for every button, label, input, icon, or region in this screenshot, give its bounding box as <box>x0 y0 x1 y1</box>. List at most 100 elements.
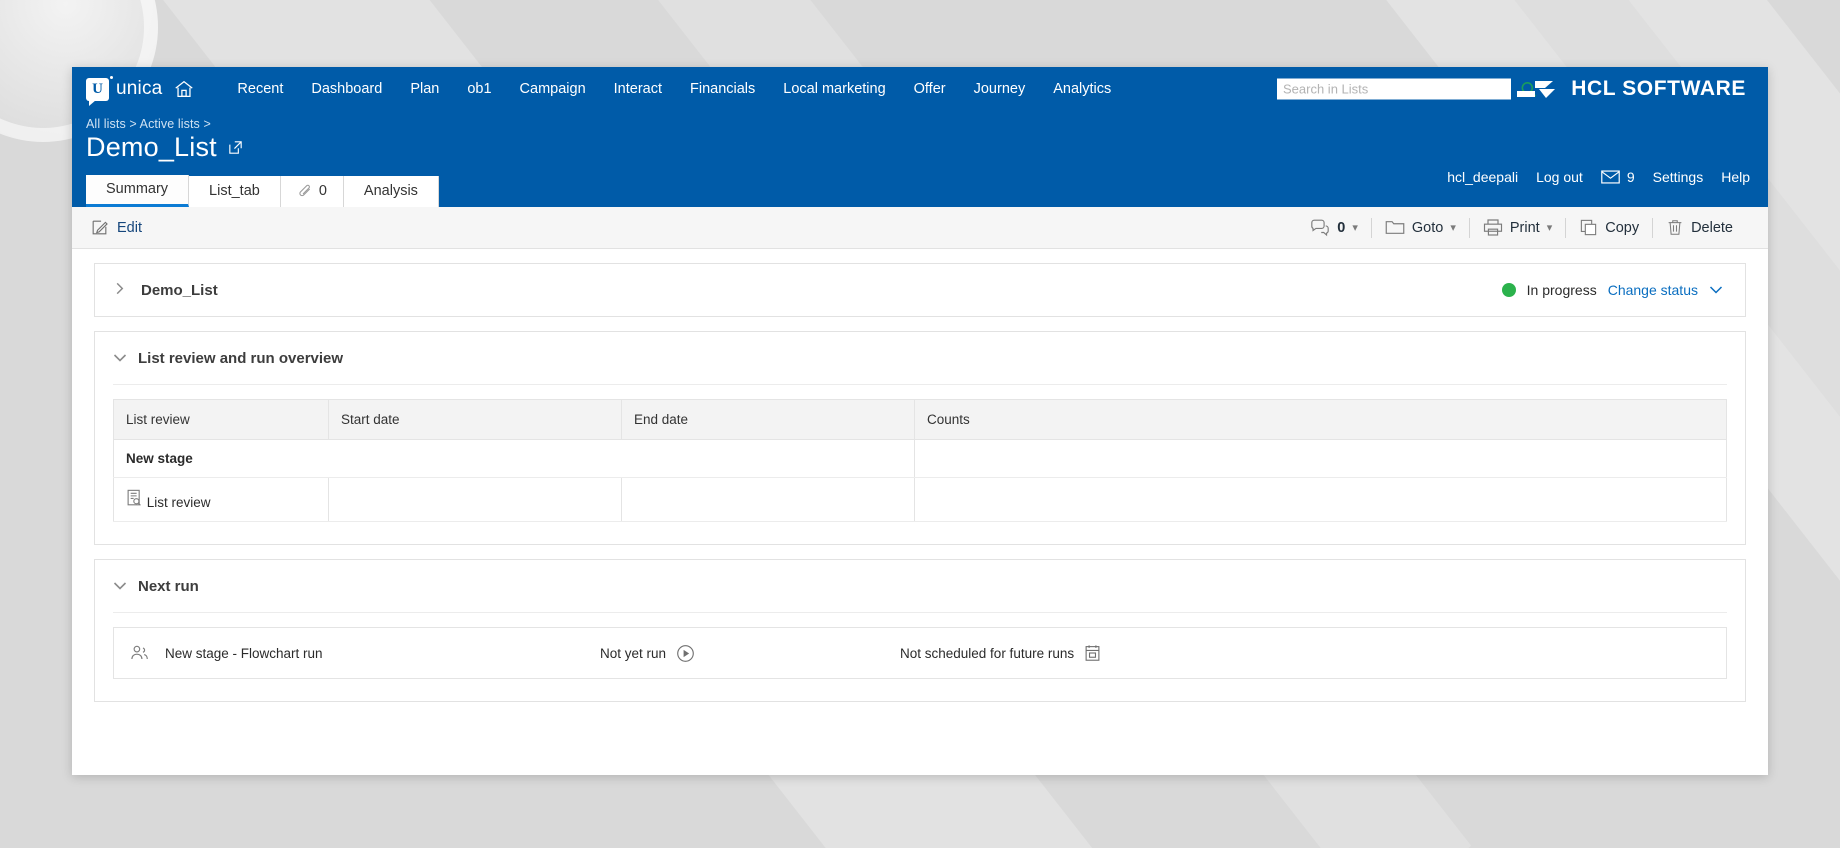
next-run-row[interactable]: New stage - Flowchart run Not yet run No… <box>113 627 1727 679</box>
status-badge: In progress <box>1526 282 1597 298</box>
nav-link-interact[interactable]: Interact <box>600 67 676 111</box>
row-end-date <box>621 477 915 522</box>
list-review-icon <box>126 489 143 507</box>
nav-link-analytics[interactable]: Analytics <box>1039 67 1125 111</box>
envelope-icon <box>1601 170 1620 184</box>
home-icon[interactable] <box>173 78 195 100</box>
tab-analysis-label: Analysis <box>363 183 418 199</box>
copy-button[interactable]: Copy <box>1566 217 1652 239</box>
list-review-row-label: List review <box>146 495 211 510</box>
table-row[interactable]: List review <box>113 477 1727 522</box>
application-window: U unica Recent Dashboard Plan ob1 Campai… <box>72 67 1768 775</box>
chevron-down-icon[interactable] <box>1709 285 1723 295</box>
comments-icon <box>1310 219 1330 237</box>
nav-link-journey[interactable]: Journey <box>960 67 1040 111</box>
status-group: In progress Change status <box>1501 282 1723 298</box>
page-title: Demo_List <box>86 132 217 162</box>
unica-mark-icon: U <box>86 75 113 106</box>
next-run-schedule: Not scheduled for future runs <box>900 644 1101 662</box>
column-list-review: List review <box>113 399 329 440</box>
delete-button[interactable]: Delete <box>1653 217 1746 239</box>
list-review-header[interactable]: List review and run overview <box>113 332 1727 385</box>
delete-label: Delete <box>1691 219 1733 236</box>
column-counts: Counts <box>914 399 1727 440</box>
external-link-icon[interactable] <box>227 139 244 156</box>
breadcrumb[interactable]: All lists > Active lists > <box>72 117 1768 131</box>
nav-link-campaign[interactable]: Campaign <box>506 67 600 111</box>
page-title-group: Demo_List <box>72 132 1768 163</box>
next-run-schedule-text: Not scheduled for future runs <box>900 645 1075 661</box>
help-link[interactable]: Help <box>1721 169 1750 185</box>
page-header: All lists > Active lists > Demo_List hcl… <box>72 111 1768 207</box>
tab-bar: Summary List_tab 0 Analysis <box>72 175 439 207</box>
next-run-header[interactable]: Next run <box>113 560 1727 613</box>
hcl-software-logo: HCL SOFTWARE <box>1515 76 1746 102</box>
tab-attachments[interactable]: 0 <box>280 176 344 207</box>
hcl-logo-text: HCL SOFTWARE <box>1571 77 1746 100</box>
action-toolbar: Edit 0 ▾ Goto ▾ Print ▾ Copy Delete <box>72 207 1768 249</box>
nav-link-ob1[interactable]: ob1 <box>453 67 505 111</box>
next-run-name: New stage - Flowchart run <box>165 645 323 661</box>
messages-indicator[interactable]: 9 <box>1601 169 1635 185</box>
row-counts <box>914 477 1727 522</box>
print-button[interactable]: Print ▾ <box>1470 217 1565 239</box>
stage-blank <box>914 439 1727 478</box>
brand-name: unica <box>116 78 163 99</box>
chevron-down-icon[interactable] <box>113 581 127 591</box>
column-end-date: End date <box>621 399 915 440</box>
settings-link[interactable]: Settings <box>1653 169 1704 185</box>
chevron-down-icon: ▾ <box>1352 222 1358 234</box>
header-user-actions: hcl_deepali Log out 9 Settings Help <box>1447 169 1750 185</box>
chevron-down-icon[interactable] <box>113 353 127 363</box>
brand-logo[interactable]: U unica <box>72 75 163 106</box>
nav-link-plan[interactable]: Plan <box>396 67 453 111</box>
search-input[interactable] <box>1277 78 1511 100</box>
comments-button[interactable]: 0 ▾ <box>1297 217 1371 239</box>
messages-count: 9 <box>1626 169 1635 185</box>
pencil-square-icon[interactable] <box>90 218 109 237</box>
next-run-owner: New stage - Flowchart run <box>130 644 600 662</box>
copy-icon <box>1579 218 1598 237</box>
play-circle-icon[interactable] <box>676 644 695 663</box>
summary-status-card: Demo_List In progress Change status <box>94 263 1746 317</box>
printer-icon <box>1483 218 1503 237</box>
brand-letter: U <box>92 80 103 97</box>
copy-label: Copy <box>1605 219 1640 236</box>
list-review-title: List review and run overview <box>138 349 344 367</box>
list-review-card: List review and run overview List review… <box>94 331 1746 545</box>
table-row: New stage <box>113 439 1727 478</box>
table-header-row: List review Start date End date Counts <box>113 399 1727 440</box>
tab-list-tab-label: List_tab <box>209 183 260 199</box>
next-run-card: Next run New stage - Flowchart run Not y… <box>94 559 1746 702</box>
trash-icon <box>1666 218 1684 237</box>
tab-summary[interactable]: Summary <box>86 175 190 207</box>
next-run-status: Not yet run <box>600 644 900 663</box>
nav-link-recent[interactable]: Recent <box>223 67 297 111</box>
hcl-logo-icon <box>1515 76 1557 102</box>
next-run-status-text: Not yet run <box>600 645 667 661</box>
tab-summary-label: Summary <box>106 181 169 197</box>
main-nav-links: Recent Dashboard Plan ob1 Campaign Inter… <box>223 67 1125 111</box>
page-content: Demo_List In progress Change status List… <box>72 249 1768 702</box>
goto-button[interactable]: Goto ▾ <box>1372 217 1469 239</box>
status-dot-icon <box>1501 283 1516 297</box>
paperclip-icon <box>297 184 313 200</box>
calendar-icon[interactable] <box>1084 644 1101 662</box>
tab-attachments-count: 0 <box>318 183 327 199</box>
edit-button[interactable]: Edit <box>117 220 142 236</box>
nav-link-dashboard[interactable]: Dashboard <box>297 67 396 111</box>
nav-link-financials[interactable]: Financials <box>676 67 769 111</box>
chevron-right-icon[interactable] <box>113 282 127 299</box>
change-status-button[interactable]: Change status <box>1608 282 1698 298</box>
list-review-table: List review Start date End date Counts N… <box>113 399 1727 522</box>
row-start-date <box>328 477 622 522</box>
nav-link-local-marketing[interactable]: Local marketing <box>769 67 899 111</box>
tab-list-tab[interactable]: List_tab <box>189 176 281 207</box>
nav-link-offer[interactable]: Offer <box>900 67 960 111</box>
stage-label: New stage <box>113 439 915 478</box>
logout-link[interactable]: Log out <box>1536 169 1583 185</box>
tab-analysis[interactable]: Analysis <box>343 176 439 207</box>
print-label: Print <box>1509 219 1540 236</box>
chevron-down-icon: ▾ <box>1450 222 1456 234</box>
toolbar-right: 0 ▾ Goto ▾ Print ▾ Copy Delete <box>1297 217 1746 239</box>
